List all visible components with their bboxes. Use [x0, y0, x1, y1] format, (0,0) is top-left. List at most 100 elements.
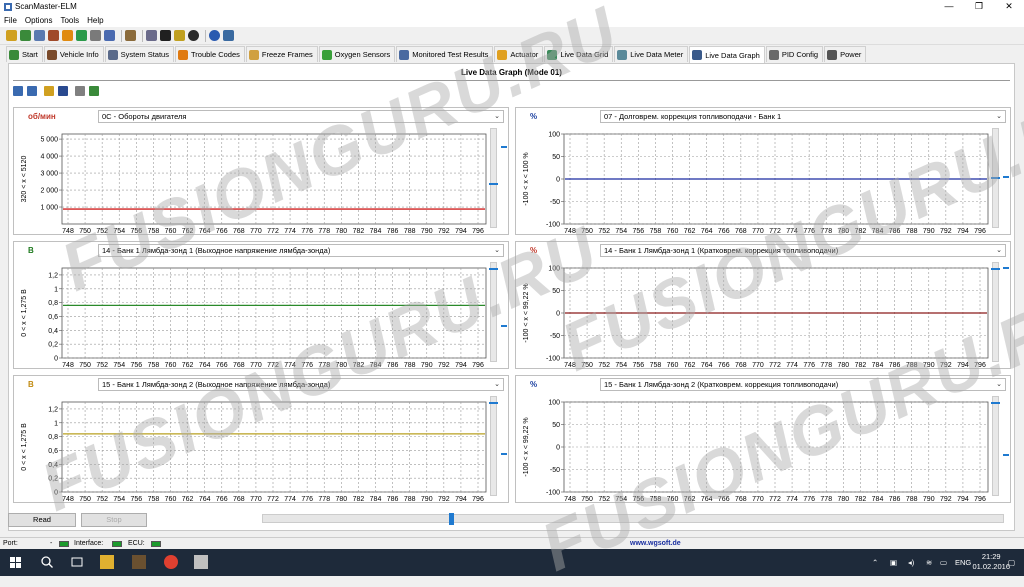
x-tick-label: 752: [96, 362, 108, 369]
chrome-icon[interactable]: [164, 555, 178, 569]
battery-icon[interactable]: [174, 30, 185, 41]
grid-icon[interactable]: [104, 30, 115, 41]
y-tick-label: -50: [550, 333, 560, 340]
minimize-button[interactable]: —: [934, 0, 964, 14]
pid-select-value: 0C - Обороты двигателя: [102, 112, 187, 121]
tray-network-icon[interactable]: ▣: [890, 558, 897, 567]
tab-system-status[interactable]: System Status: [104, 46, 174, 62]
close-button[interactable]: ✕: [994, 0, 1024, 14]
tray-battery-icon[interactable]: ▭: [940, 558, 947, 567]
menu-help[interactable]: Help: [87, 14, 103, 27]
x-tick-label: 786: [387, 496, 399, 503]
disc-icon[interactable]: [188, 30, 199, 41]
tab-pid-config[interactable]: PID Config: [765, 46, 824, 62]
language-indicator[interactable]: ENG: [955, 558, 971, 567]
scale-indicator: [1003, 262, 1010, 362]
scale-marker: [1003, 176, 1009, 178]
x-tick-label: 788: [906, 228, 918, 235]
pid-select[interactable]: 07 - Долговрем. коррекция топливоподачи …: [600, 110, 1006, 123]
pid-select[interactable]: 15 - Банк 1 Лямбда-зонд 2 (Выходное напр…: [98, 378, 504, 391]
x-tick-label: 778: [820, 362, 832, 369]
sensor-icon[interactable]: [76, 30, 87, 41]
tray-expand-icon[interactable]: ⌃: [872, 558, 878, 567]
add-graph-icon[interactable]: [13, 86, 23, 96]
info-icon[interactable]: [209, 30, 220, 41]
y-tick-label: 0,2: [48, 342, 58, 349]
app-taskbar-icon[interactable]: [132, 555, 146, 569]
tray-volume-icon[interactable]: ◂): [908, 558, 914, 567]
tab-trouble-codes[interactable]: Trouble Codes: [174, 46, 245, 62]
timeline-slider[interactable]: [262, 513, 1004, 525]
x-tick-label: 780: [837, 496, 849, 503]
stop-button[interactable]: Stop: [81, 513, 147, 527]
menu-file[interactable]: File: [4, 14, 17, 27]
monitor-icon[interactable]: [160, 30, 171, 41]
tab-freeze-frames[interactable]: Freeze Frames: [245, 46, 318, 62]
print-icon[interactable]: [75, 86, 85, 96]
save-icon[interactable]: [58, 86, 68, 96]
tab-monitored-test-results[interactable]: Monitored Test Results: [396, 46, 494, 62]
menu-options[interactable]: Options: [25, 14, 53, 27]
pid-select[interactable]: 14 - Банк 1 Лямбда-зонд 1 (Кратковрем. к…: [600, 244, 1006, 257]
x-tick-label: 754: [615, 228, 627, 235]
pid-select[interactable]: 15 - Банк 1 Лямбда-зонд 2 (Кратковрем. к…: [600, 378, 1006, 391]
website-link[interactable]: www.wgsoft.de: [630, 540, 681, 547]
tab-actuator[interactable]: Actuator: [494, 46, 544, 62]
tab-label: Start: [22, 50, 38, 59]
task-view-icon[interactable]: [70, 555, 84, 569]
scanmaster-taskbar-icon[interactable]: [194, 555, 208, 569]
remove-graph-icon[interactable]: [27, 86, 37, 96]
tab-label: PID Config: [781, 50, 819, 59]
tab-icon: [497, 49, 508, 60]
x-tick-label: 782: [855, 228, 867, 235]
warning-icon[interactable]: [62, 30, 73, 41]
x-tick-label: 766: [718, 362, 730, 369]
tab-start[interactable]: Start: [6, 46, 43, 62]
refresh-icon[interactable]: [20, 30, 31, 41]
chat-icon[interactable]: [146, 30, 157, 41]
y-tick-label: 0: [556, 311, 560, 318]
search-icon[interactable]: [40, 555, 54, 569]
connect-icon[interactable]: [6, 30, 17, 41]
print-icon[interactable]: [223, 30, 234, 41]
tab-live-data-meter[interactable]: Live Data Meter: [614, 46, 689, 62]
x-tick-label: 780: [837, 228, 849, 235]
open-folder-icon[interactable]: [44, 86, 54, 96]
windows-start-icon[interactable]: [10, 557, 21, 568]
export-icon[interactable]: [89, 86, 99, 96]
tab-oxygen-sensors[interactable]: Oxygen Sensors: [318, 46, 396, 62]
x-tick-label: 774: [786, 228, 798, 235]
x-tick-label: 778: [318, 496, 330, 503]
clock-date: 01.02.2016: [972, 562, 1010, 571]
slider-thumb[interactable]: [448, 513, 454, 525]
chevron-down-icon: ⌄: [996, 247, 1002, 254]
gear-icon[interactable]: [90, 30, 101, 41]
tab-vehicle-info[interactable]: Vehicle Info: [43, 46, 104, 62]
x-tick-label: 770: [250, 496, 262, 503]
y-tick-label: 5 000: [40, 137, 58, 144]
y-tick-label: 0: [556, 177, 560, 184]
pid-select[interactable]: 14 - Банк 1 Лямбда-зонд 1 (Выходное напр…: [98, 244, 504, 257]
flag-icon[interactable]: [48, 30, 59, 41]
y-tick-label: 0,8: [48, 300, 58, 307]
line-chart: 100 50 0 -50 -100 748 750 752 754 756 758 760 762 764…: [523, 400, 989, 503]
notifications-icon[interactable]: ▢: [1008, 558, 1015, 567]
menu-tools[interactable]: Tools: [60, 14, 79, 27]
file-explorer-icon[interactable]: [100, 555, 114, 569]
settings-icon[interactable]: [34, 30, 45, 41]
graph-panel: В 14 - Банк 1 Лямбда-зонд 1 (Выходное нап…: [13, 241, 509, 369]
tab-power[interactable]: Power: [824, 46, 867, 62]
tab-live-data-grid[interactable]: Live Data Grid: [544, 46, 614, 62]
document-icon[interactable]: [125, 30, 136, 41]
taskbar-clock[interactable]: 21:29 01.02.2016: [972, 552, 1010, 572]
toolbar-divider: [205, 29, 206, 42]
tray-wifi-icon[interactable]: ≋: [926, 558, 932, 567]
x-tick-label: 768: [735, 362, 747, 369]
read-button[interactable]: Read: [8, 513, 76, 527]
maximize-button[interactable]: ❐: [964, 0, 994, 14]
pid-select[interactable]: 0C - Обороты двигателя ⌄: [98, 110, 504, 123]
tab-label: Power: [840, 50, 862, 59]
tab-live-data-graph[interactable]: Live Data Graph: [689, 46, 765, 63]
x-tick-label: 784: [872, 496, 884, 503]
x-tick-label: 772: [267, 362, 279, 369]
